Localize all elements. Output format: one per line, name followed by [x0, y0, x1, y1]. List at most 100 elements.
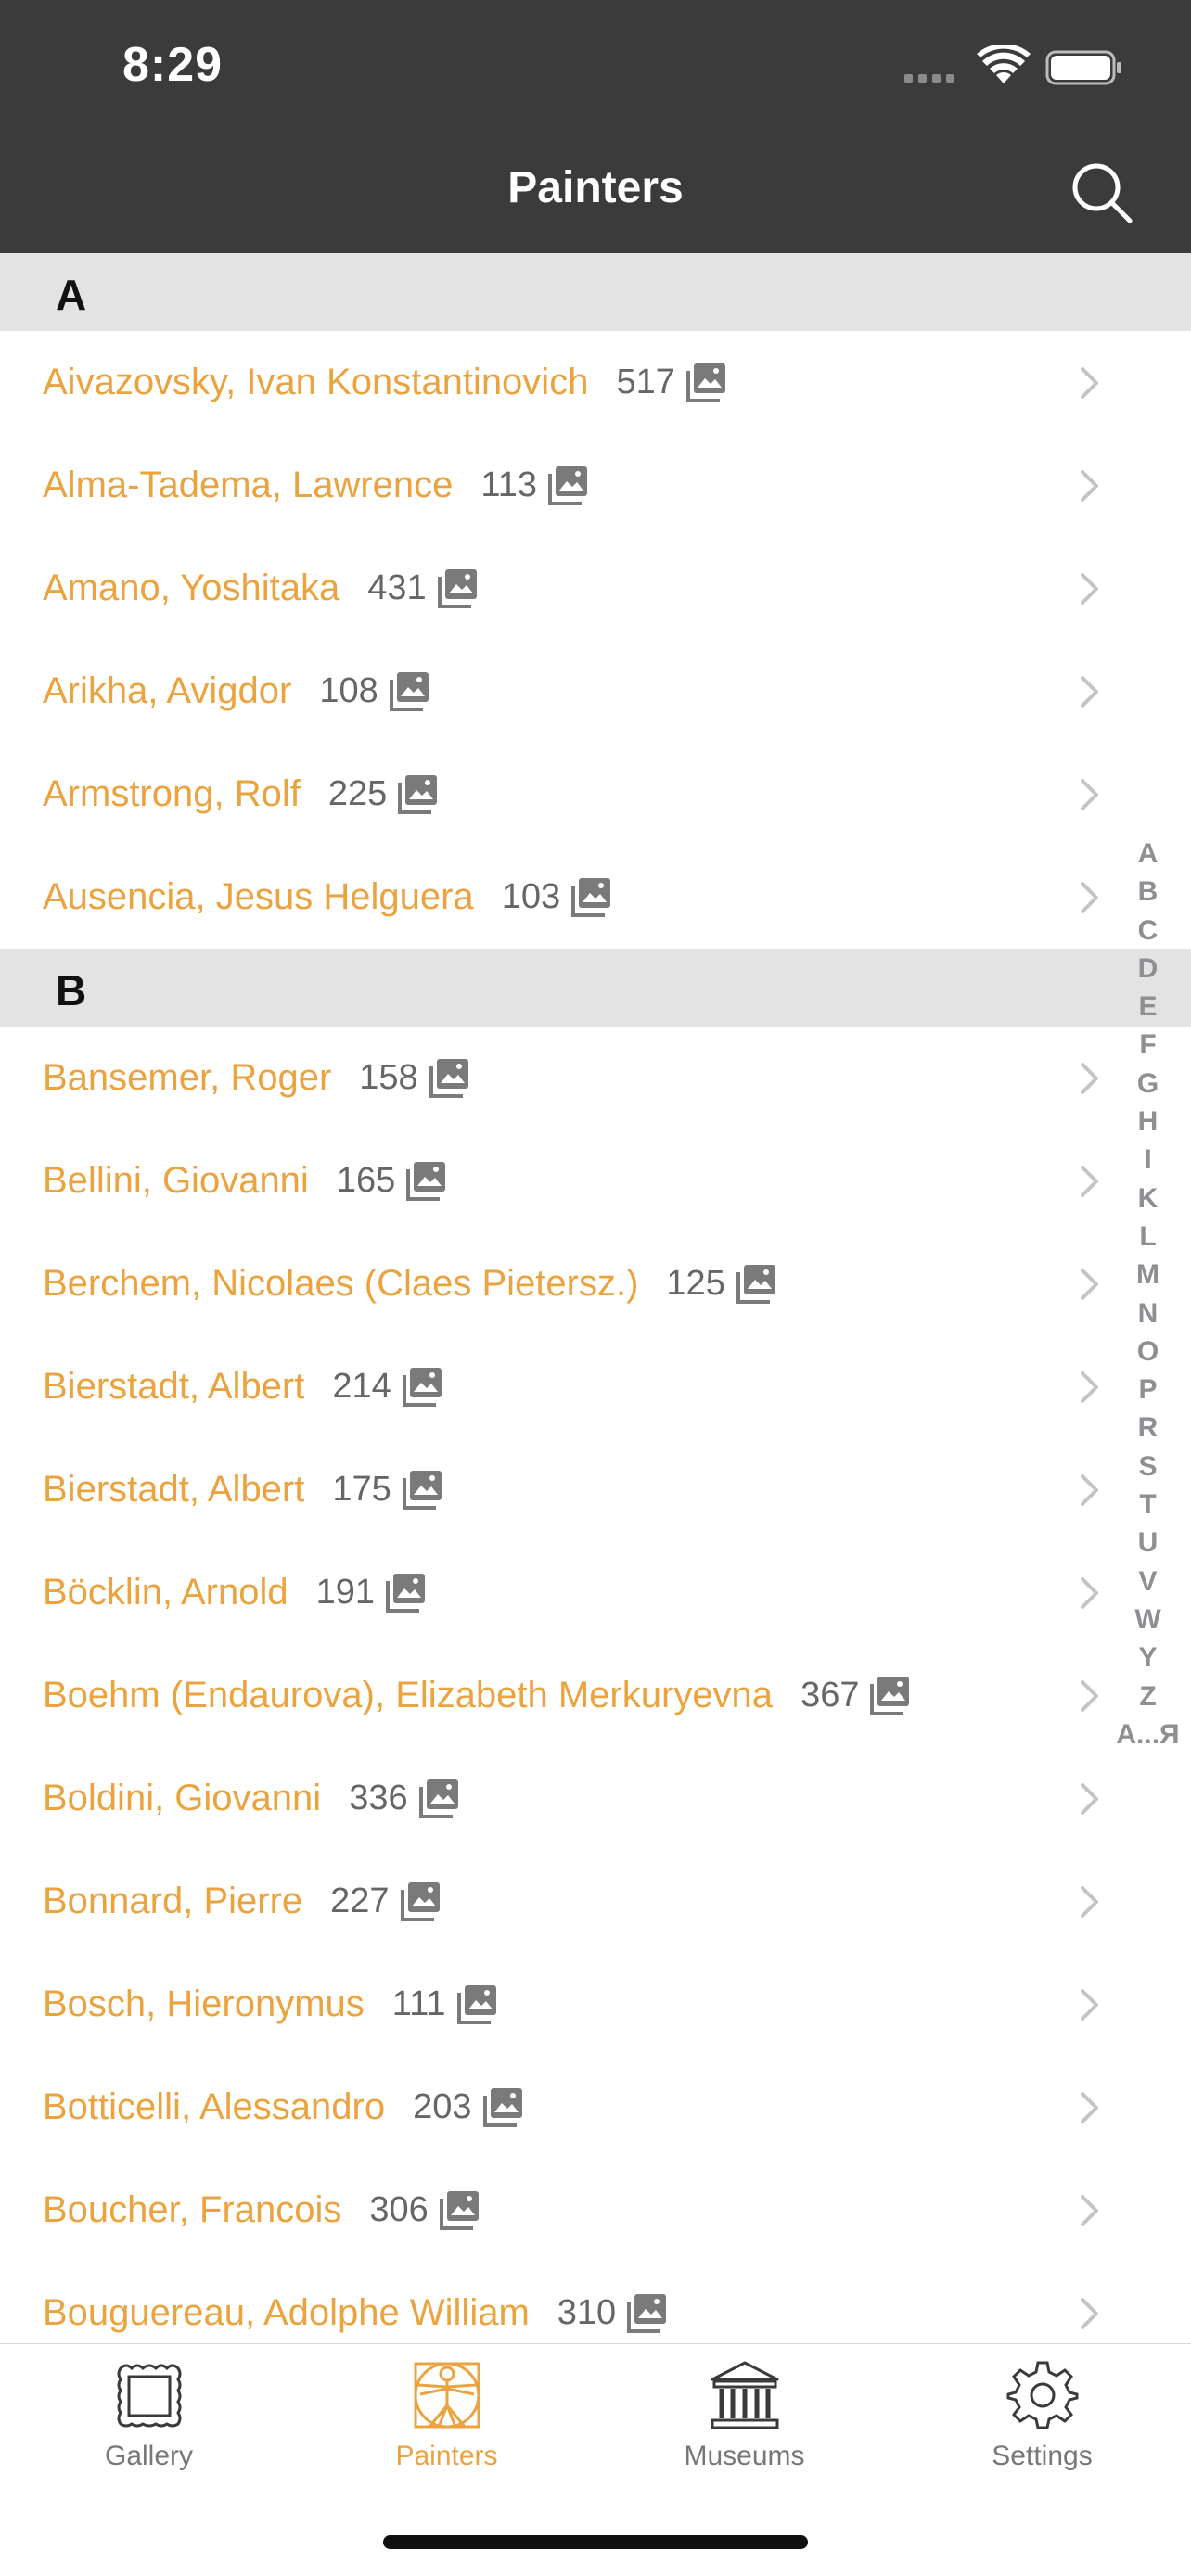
index-letter[interactable]: E: [1108, 988, 1187, 1026]
painter-row[interactable]: Alma-Tadema, Lawrence 113: [0, 434, 1191, 537]
search-icon[interactable]: [1067, 158, 1137, 228]
painting-count: 103: [501, 877, 561, 916]
photo-stack-icon: [417, 1778, 460, 1820]
painter-row[interactable]: Bosch, Hieronymus 111: [0, 1953, 1191, 2056]
photo-stack-icon: [735, 1263, 777, 1306]
painter-row[interactable]: Botticelli, Alessandro 203: [0, 2056, 1191, 2159]
index-letter[interactable]: T: [1108, 1486, 1187, 1524]
painter-name: Ausencia, Jesus Helguera: [43, 876, 474, 917]
painter-name: Boehm (Endaurova), Elizabeth Merkuryevna: [43, 1675, 774, 1715]
chevron-right-icon: [1079, 2090, 1101, 2125]
index-letter[interactable]: I: [1108, 1141, 1187, 1179]
painter-name: Bansemer, Roger: [43, 1057, 332, 1098]
painter-row[interactable]: Ausencia, Jesus Helguera 103: [0, 846, 1191, 949]
tab-label: Gallery: [104, 2441, 194, 2471]
section-header: A: [0, 253, 1191, 331]
index-letter[interactable]: N: [1108, 1294, 1187, 1333]
painting-count: 111: [391, 1984, 446, 2023]
painter-name: Arikha, Avigdor: [43, 670, 292, 711]
index-letter[interactable]: D: [1108, 950, 1187, 988]
chevron-right-icon: [1079, 1267, 1101, 1302]
wifi-icon: [977, 45, 1031, 83]
photo-stack-icon: [685, 362, 727, 404]
index-letter[interactable]: S: [1108, 1447, 1187, 1486]
painter-name: Alma-Tadema, Lawrence: [43, 465, 454, 505]
index-letter[interactable]: R: [1108, 1409, 1187, 1447]
chevron-right-icon: [1079, 2296, 1101, 2331]
photo-stack-icon: [546, 465, 589, 507]
index-letter[interactable]: F: [1108, 1026, 1187, 1064]
painter-row[interactable]: Berchem, Nicolaes (Claes Pietersz.) 125: [0, 1232, 1191, 1335]
index-letter[interactable]: V: [1108, 1562, 1187, 1600]
index-letter[interactable]: U: [1108, 1524, 1187, 1562]
painter-row[interactable]: Boehm (Endaurova), Elizabeth Merkuryevna…: [0, 1644, 1191, 1747]
painter-row[interactable]: Arikha, Avigdor 108: [0, 640, 1191, 743]
painter-name: Bouguereau, Adolphe William: [43, 2292, 530, 2333]
status-bar: 8:29: [0, 0, 1191, 134]
painter-name: Bonnard, Pierre: [43, 1881, 303, 1921]
section-index[interactable]: A B C D E F G H I K L M N O P R S T U V W Y Z А...Я: [1108, 835, 1187, 1753]
section-header: B: [0, 949, 1191, 1027]
vitruvian-man-icon: [414, 2362, 480, 2429]
index-letter[interactable]: G: [1108, 1065, 1187, 1103]
index-letter[interactable]: H: [1108, 1103, 1187, 1141]
painters-list[interactable]: A Aivazovsky, Ivan Konstantinovich 517 Alma…: [0, 253, 1191, 2343]
index-letter[interactable]: B: [1108, 873, 1187, 911]
chevron-right-icon: [1079, 571, 1101, 606]
painter-row[interactable]: Bansemer, Roger 158: [0, 1027, 1191, 1129]
painter-row[interactable]: Aivazovsky, Ivan Konstantinovich 517: [0, 331, 1191, 434]
tab-gallery[interactable]: Gallery: [0, 2344, 298, 2502]
painting-count: 125: [666, 1264, 725, 1303]
index-letter[interactable]: A: [1108, 835, 1187, 873]
section-letter: A: [56, 271, 87, 319]
chevron-right-icon: [1079, 2193, 1101, 2228]
painting-count: 108: [319, 671, 378, 710]
index-letter[interactable]: P: [1108, 1371, 1187, 1409]
painter-row[interactable]: Amano, Yoshitaka 431: [0, 537, 1191, 640]
chevron-right-icon: [1079, 1678, 1101, 1714]
tab-settings[interactable]: Settings: [893, 2344, 1191, 2502]
index-letter[interactable]: W: [1108, 1600, 1187, 1639]
chevron-right-icon: [1079, 365, 1101, 401]
painter-name: Bierstadt, Albert: [43, 1366, 305, 1407]
chevron-right-icon: [1079, 674, 1101, 709]
home-indicator: [383, 2535, 808, 2549]
painter-row[interactable]: Boldini, Giovanni 336: [0, 1747, 1191, 1850]
painting-count: 191: [315, 1573, 375, 1612]
index-letter[interactable]: L: [1108, 1218, 1187, 1256]
tab-label: Settings: [992, 2441, 1093, 2471]
index-letter[interactable]: А...Я: [1108, 1715, 1187, 1753]
index-letter[interactable]: Z: [1108, 1677, 1187, 1715]
tab-museums[interactable]: Museums: [596, 2344, 893, 2502]
index-letter[interactable]: O: [1108, 1333, 1187, 1371]
painter-row[interactable]: Boucher, Francois 306: [0, 2159, 1191, 2262]
painter-row[interactable]: Bonnard, Pierre 227: [0, 1850, 1191, 1953]
photo-stack-icon: [401, 1469, 443, 1511]
photo-stack-icon: [428, 1057, 470, 1100]
painter-row[interactable]: Armstrong, Rolf 225: [0, 743, 1191, 846]
photo-stack-icon: [868, 1675, 911, 1717]
photo-stack-icon: [455, 1983, 498, 2026]
index-letter[interactable]: M: [1108, 1256, 1187, 1294]
painter-name: Amano, Yoshitaka: [43, 567, 340, 608]
painter-row[interactable]: Bouguereau, Adolphe William 310: [0, 2262, 1191, 2343]
painter-row[interactable]: Bierstadt, Albert 214: [0, 1335, 1191, 1438]
index-letter[interactable]: C: [1108, 912, 1187, 950]
painter-row[interactable]: Bellini, Giovanni 165: [0, 1129, 1191, 1232]
index-letter[interactable]: Y: [1108, 1639, 1187, 1677]
index-letter[interactable]: K: [1108, 1180, 1187, 1218]
painter-row[interactable]: Böcklin, Arnold 191: [0, 1541, 1191, 1644]
section-letter: B: [56, 966, 87, 1014]
painter-name: Botticelli, Alessandro: [43, 2086, 386, 2127]
painter-name: Böcklin, Arnold: [43, 1572, 288, 1613]
painting-count: 336: [349, 1779, 408, 1817]
tab-painters[interactable]: Painters: [298, 2344, 596, 2502]
painting-count: 367: [800, 1676, 860, 1715]
photo-stack-icon: [404, 1160, 447, 1203]
page-title: Painters: [507, 163, 684, 212]
painting-count: 431: [367, 568, 427, 607]
painter-row[interactable]: Bierstadt, Albert 175: [0, 1438, 1191, 1541]
painter-name: Berchem, Nicolaes (Claes Pietersz.): [43, 1263, 639, 1304]
chevron-right-icon: [1079, 880, 1101, 915]
chevron-right-icon: [1079, 468, 1101, 504]
